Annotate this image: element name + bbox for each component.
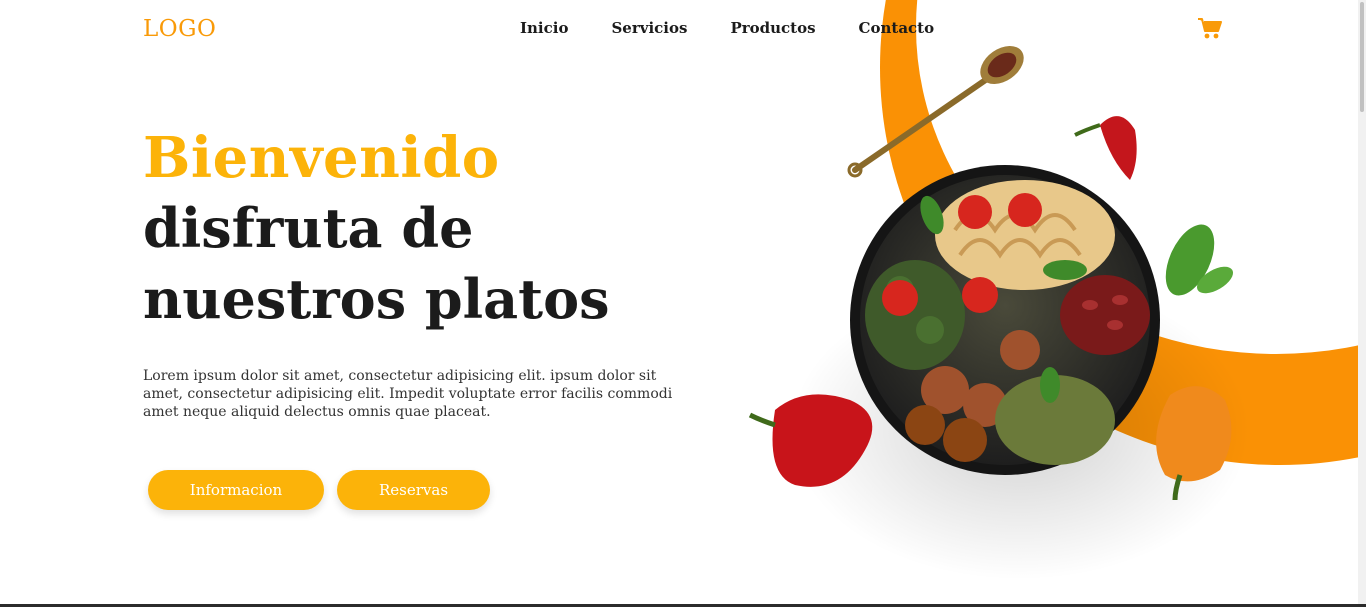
nav-item-servicios[interactable]: Servicios <box>611 19 687 37</box>
hero-title-welcome: Bienvenido <box>143 125 500 191</box>
logo[interactable]: LOGO <box>143 16 216 42</box>
informacion-button[interactable]: Informacion <box>148 470 324 510</box>
site-header: LOGO Inicio Servicios Productos Contacto <box>0 0 1366 60</box>
landing-page: LOGO Inicio Servicios Productos Contacto… <box>0 0 1366 607</box>
nav-item-inicio[interactable]: Inicio <box>520 19 568 37</box>
nav-item-productos[interactable]: Productos <box>730 19 815 37</box>
reservas-button[interactable]: Reservas <box>337 470 490 510</box>
hero-title-line3: nuestros platos <box>143 267 610 331</box>
hero-title-line2: disfruta de <box>143 196 474 260</box>
food-plate-image <box>748 45 1250 580</box>
scrollbar-thumb[interactable] <box>1360 2 1364 112</box>
main-nav: Inicio Servicios Productos Contacto <box>520 19 977 37</box>
shopping-cart-icon[interactable] <box>1197 16 1223 40</box>
hero-description: Lorem ipsum dolor sit amet, consectetur … <box>143 368 673 420</box>
nav-item-contacto[interactable]: Contacto <box>859 19 935 37</box>
